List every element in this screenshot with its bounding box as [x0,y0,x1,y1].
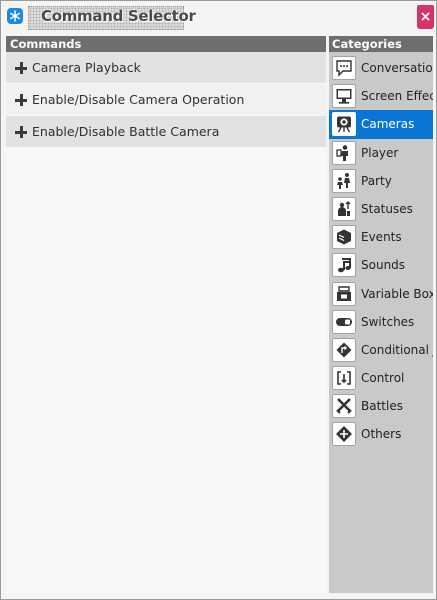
command-label: Enable/Disable Camera Operation [32,92,245,107]
category-label: Conditional Jumps [361,342,433,357]
toggle-switch-icon [332,309,356,334]
category-item-others[interactable]: Others [329,420,433,448]
category-label: Cameras [361,117,415,132]
category-item-sounds[interactable]: Sounds [329,251,433,279]
category-label: Battles [361,399,403,414]
category-label: Statuses [361,201,413,216]
category-item-statuses[interactable]: Statuses [329,195,433,223]
category-label: Control [361,371,405,386]
command-selector-window: Command Selector × Commands Camera Playb… [0,0,437,600]
category-label: Switches [361,314,415,329]
category-label: Player [361,145,399,160]
category-item-variable-boxes[interactable]: Variable Boxes [329,280,433,308]
player-icon [332,140,356,165]
status-icon [332,196,356,221]
music-note-icon [332,253,356,278]
command-item-enable-disable-camera-operation[interactable]: Enable/Disable Camera Operation [6,84,326,116]
category-label: Screen Effects [361,89,433,104]
categories-header: Categories [329,36,433,52]
category-label: Conversation [361,61,433,75]
category-list: Conversation Screen Effects Cameras Play… [329,54,433,449]
command-label: Enable/Disable Battle Camera [32,124,220,139]
title-bar[interactable]: Command Selector × [1,1,436,33]
loop-arrows-icon [332,366,356,391]
camera-icon [332,112,356,137]
app-icon [7,8,23,24]
crossed-swords-icon [332,394,356,419]
commands-header: Commands [6,36,326,52]
categories-panel: Categories Conversation Screen Effects C… [329,36,433,593]
diamond-plus-icon [332,422,356,447]
plus-icon [15,126,27,138]
cube-icon [332,225,356,250]
category-item-cameras[interactable]: Cameras [329,110,433,139]
command-item-camera-playback[interactable]: Camera Playback [6,52,326,84]
variable-box-icon [332,281,356,306]
category-label: Variable Boxes [361,286,433,301]
monitor-icon [332,84,356,109]
category-item-control[interactable]: Control [329,364,433,392]
category-item-player[interactable]: Player [329,139,433,167]
category-label: Events [361,230,402,245]
category-item-conditional-jumps[interactable]: Conditional Jumps [329,336,433,364]
category-item-conversation[interactable]: Conversation [329,54,433,82]
category-item-screen-effects[interactable]: Screen Effects [329,82,433,110]
category-label: Others [361,427,402,442]
command-label: Camera Playback [32,60,141,75]
plus-icon [15,62,27,74]
category-label: Sounds [361,258,406,273]
close-icon: × [419,9,432,25]
category-item-party[interactable]: Party [329,167,433,195]
category-item-battles[interactable]: Battles [329,392,433,420]
party-icon [332,168,356,193]
commands-panel: Commands Camera Playback Enable/Disable … [6,36,326,593]
speech-bubble-icon [332,56,356,80]
category-item-switches[interactable]: Switches [329,308,433,336]
window-title: Command Selector [41,7,196,25]
plus-icon [15,94,27,106]
close-button[interactable]: × [417,5,434,29]
command-item-enable-disable-battle-camera[interactable]: Enable/Disable Battle Camera [6,116,326,148]
command-list: Camera Playback Enable/Disable Camera Op… [6,52,326,148]
category-label: Party [361,173,392,188]
conditional-jump-icon [332,337,356,362]
category-item-events[interactable]: Events [329,223,433,251]
